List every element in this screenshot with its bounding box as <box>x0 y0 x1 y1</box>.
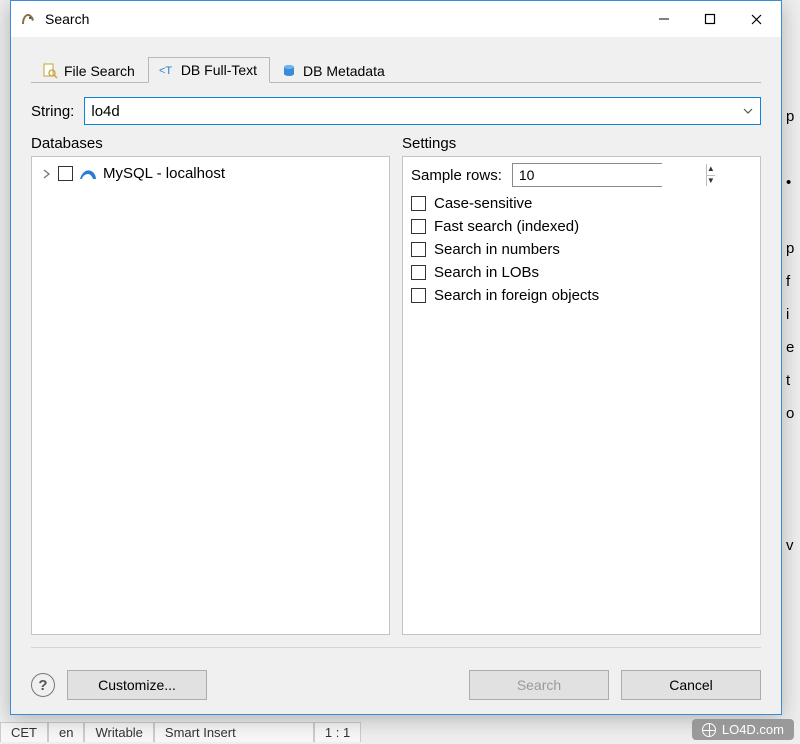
file-search-icon <box>42 63 58 79</box>
string-label: String: <box>31 103 74 120</box>
customize-button[interactable]: Customize... <box>67 670 207 700</box>
tab-file-search[interactable]: File Search <box>31 58 148 83</box>
mysql-icon <box>79 167 97 181</box>
watermark: LO4D.com <box>692 719 794 740</box>
globe-icon <box>702 723 716 737</box>
check-search-numbers[interactable]: Search in numbers <box>411 241 752 258</box>
check-label: Search in numbers <box>434 241 560 258</box>
check-label: Fast search (indexed) <box>434 218 579 235</box>
databases-panel: Databases MySQL - localhost <box>31 135 390 635</box>
sample-rows-spinner[interactable]: ▲ ▼ <box>512 163 662 187</box>
panels: Databases MySQL - localhost Se <box>31 135 761 635</box>
string-row: String: <box>31 97 761 125</box>
databases-tree[interactable]: MySQL - localhost <box>31 156 390 635</box>
checkbox[interactable] <box>411 265 426 280</box>
tab-bar: File Search <T DB Full-Text DB Metadata <box>31 55 761 83</box>
status-cet: CET <box>0 722 48 742</box>
string-input[interactable] <box>85 98 736 124</box>
spinner-up-icon[interactable]: ▲ <box>707 164 715 176</box>
svg-text:<T: <T <box>159 65 172 77</box>
search-button[interactable]: Search <box>469 670 609 700</box>
maximize-button[interactable] <box>687 4 733 34</box>
check-search-lobs[interactable]: Search in LOBs <box>411 264 752 281</box>
check-fast-search[interactable]: Fast search (indexed) <box>411 218 752 235</box>
tree-expand-icon[interactable] <box>40 169 52 179</box>
background-text: p•pfietov <box>786 100 800 562</box>
minimize-button[interactable] <box>641 4 687 34</box>
spinner-buttons[interactable]: ▲ ▼ <box>706 164 715 186</box>
check-label: Search in foreign objects <box>434 287 599 304</box>
cancel-button[interactable]: Cancel <box>621 670 761 700</box>
close-button[interactable] <box>733 4 779 34</box>
sample-rows-input[interactable] <box>513 164 706 186</box>
string-combo[interactable] <box>84 97 761 125</box>
fulltext-icon: <T <box>159 62 175 78</box>
help-icon[interactable]: ? <box>31 673 55 697</box>
check-label: Search in LOBs <box>434 264 539 281</box>
tab-label: DB Metadata <box>303 63 385 79</box>
tree-row[interactable]: MySQL - localhost <box>40 163 381 184</box>
search-dialog: Search File Search <T DB Full-Text <box>10 0 782 715</box>
settings-body: Sample rows: ▲ ▼ Case-sensitive <box>402 156 761 635</box>
tab-db-fulltext[interactable]: <T DB Full-Text <box>148 57 270 83</box>
check-label: Case-sensitive <box>434 195 532 212</box>
watermark-text: LO4D.com <box>722 722 784 737</box>
checkbox[interactable] <box>411 288 426 303</box>
check-search-foreign[interactable]: Search in foreign objects <box>411 287 752 304</box>
databases-title: Databases <box>31 135 390 152</box>
sample-rows-label: Sample rows: <box>411 167 502 184</box>
tab-label: File Search <box>64 63 135 79</box>
check-case-sensitive[interactable]: Case-sensitive <box>411 195 752 212</box>
separator <box>31 647 761 648</box>
status-insert: Smart Insert <box>154 722 314 742</box>
tab-label: DB Full-Text <box>181 62 257 78</box>
settings-panel: Settings Sample rows: ▲ ▼ <box>402 135 761 635</box>
status-pos: 1 : 1 <box>314 722 361 742</box>
window-title: Search <box>45 11 89 27</box>
app-icon <box>19 10 37 28</box>
settings-title: Settings <box>402 135 761 152</box>
footer: ? Customize... Search Cancel <box>31 670 761 700</box>
status-writable: Writable <box>84 722 153 742</box>
chevron-down-icon[interactable] <box>736 98 760 124</box>
checkbox[interactable] <box>411 196 426 211</box>
checkbox[interactable] <box>411 219 426 234</box>
database-icon <box>281 63 297 79</box>
status-lang: en <box>48 722 84 742</box>
sample-rows-row: Sample rows: ▲ ▼ <box>411 163 752 187</box>
checkbox[interactable] <box>411 242 426 257</box>
titlebar[interactable]: Search <box>11 1 781 37</box>
dialog-content: File Search <T DB Full-Text DB Metadata … <box>11 37 781 714</box>
tree-label: MySQL - localhost <box>103 165 225 182</box>
tab-db-metadata[interactable]: DB Metadata <box>270 58 398 83</box>
tree-checkbox[interactable] <box>58 166 73 181</box>
spinner-down-icon[interactable]: ▼ <box>707 176 715 187</box>
status-bar: CET en Writable Smart Insert 1 : 1 <box>0 720 361 744</box>
